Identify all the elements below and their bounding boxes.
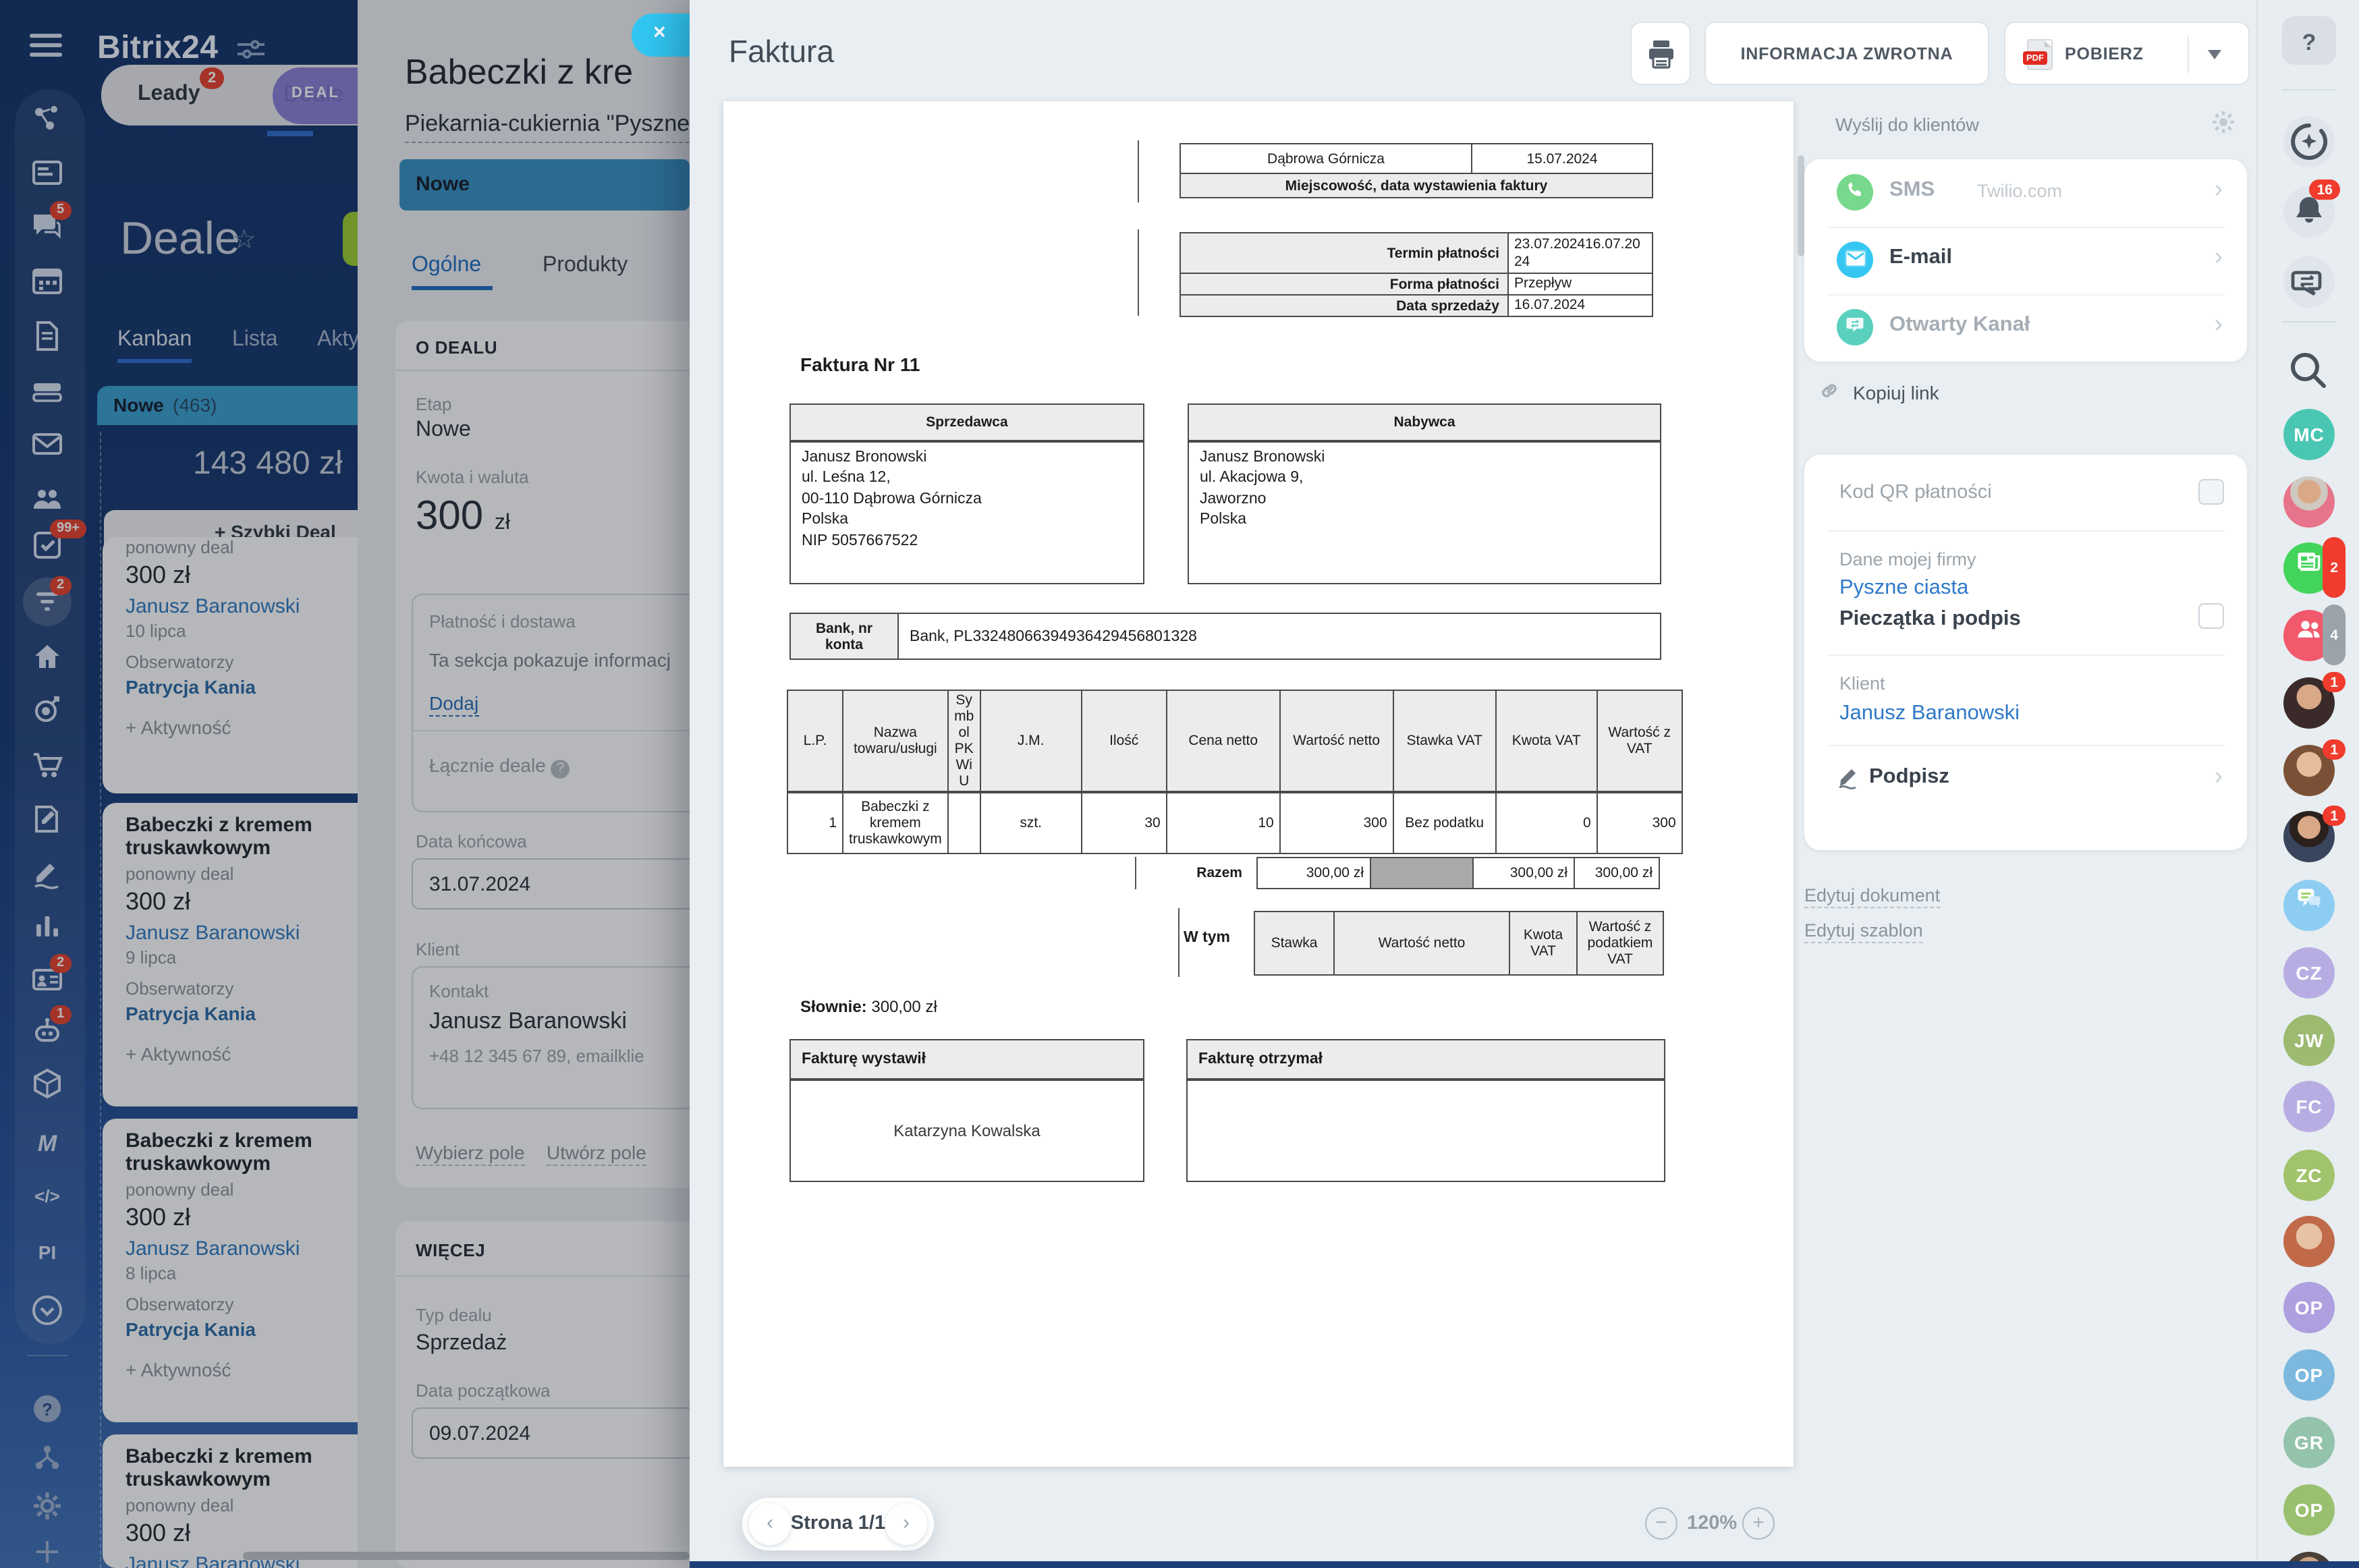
channel-sms[interactable]: SMS Twilio.com › (1804, 159, 2247, 225)
download-caret-icon[interactable] (2208, 50, 2221, 59)
avatar-gr[interactable]: GR (2283, 1417, 2335, 1468)
channel-e-mail[interactable]: E-mail › (1804, 227, 2247, 293)
channel-label: SMS (1889, 178, 1935, 202)
stamp-signature-label: Pieczątka i podpis (1839, 607, 2021, 632)
copy-link-button[interactable]: Kopiuj link (1853, 382, 1939, 403)
invoice-buyer-box: Nabywca Janusz Bronowskiul. Akacjowa 9, … (1188, 403, 1661, 584)
sms-phone-icon (1837, 174, 1873, 211)
window-bottom-edge (690, 1561, 2359, 1568)
download-button[interactable]: PDF POBIERZ (2004, 22, 2250, 85)
qr-code-label: Kod QR płatności (1839, 482, 1992, 503)
avatar-mc[interactable]: MC (2283, 409, 2335, 460)
avatar-jw[interactable]: JW (2283, 1015, 2335, 1066)
help-icon[interactable]: ? (2281, 13, 2337, 67)
company-link[interactable]: Pyszne ciasta (1839, 576, 1968, 600)
copy-link-icon (1818, 379, 1858, 412)
print-button[interactable] (1630, 22, 1691, 85)
people-icon[interactable]: 4 (2283, 610, 2335, 661)
modal-backdrop[interactable] (0, 0, 690, 1568)
invoice-received-box: Fakturę otrzymał (1186, 1039, 1665, 1182)
channel-provider: Twilio.com (1977, 181, 2062, 201)
next-page-button[interactable]: › (885, 1503, 927, 1545)
zoom-in-button[interactable]: + (1742, 1507, 1775, 1540)
channel-label: E-mail (1889, 246, 1952, 270)
edit-template-link[interactable]: Edytuj szablon (1804, 920, 1923, 943)
modal-title: Faktura (729, 34, 834, 70)
zoom-out-button[interactable]: − (1645, 1507, 1677, 1540)
page-scrollbar[interactable] (1798, 155, 1804, 256)
invoice-vat-summary: StawkaWartość nettoKwota VATWartość z po… (1254, 911, 1664, 976)
open-channel-icon (1837, 309, 1873, 345)
printer-icon (1646, 39, 1676, 69)
avatar-badge: 1 (2323, 739, 2346, 760)
chevron-right-icon: › (2214, 243, 2223, 273)
invoice-seller-box: Sprzedawca Janusz Bronowskiul. Leśna 12,… (789, 403, 1144, 584)
notification-badge: 16 (2310, 179, 2340, 200)
avatar-photo-woman-dark-hair[interactable]: 1 (2283, 677, 2335, 729)
download-button-label: POBIERZ (2065, 45, 2144, 63)
invoice-issued-box: Fakturę wystawił Katarzyna Kowalska (789, 1039, 1144, 1182)
close-icon: × (653, 22, 666, 46)
avatar-op[interactable]: OP (2283, 1349, 2335, 1401)
invoice-items-table: L.P.Nazwa towaru/usługiSymbol PKWiUJ.M.I… (787, 690, 1683, 853)
sign-chevron-icon: › (2214, 762, 2223, 792)
notifications-icon[interactable]: 16 (2281, 185, 2337, 239)
channel-otwarty-kanał[interactable]: Otwarty Kanał › (1804, 294, 2247, 360)
pagination-pill: ‹ Strona 1/1 › (742, 1498, 934, 1550)
invoice-total-row: Razem 300,00 zł 300,00 zł 300,00 zł (1136, 857, 1659, 889)
company-label: Dane mojej firmy (1839, 549, 1976, 569)
avatar-fc[interactable]: FC (2283, 1081, 2335, 1132)
invoice-meta-table: Termin płatności23.07.202416.07.2024Form… (1180, 232, 1653, 317)
feedback-button-label: INFORMACJA ZWROTNA (1706, 45, 1988, 63)
stamp-signature-checkbox[interactable] (2198, 603, 2224, 629)
chevron-right-icon: › (2214, 175, 2223, 205)
avatar-photo-woman-red-hair[interactable] (2283, 1216, 2335, 1267)
send-settings-gear-icon[interactable] (2212, 111, 2235, 140)
avatar-cz[interactable]: CZ (2283, 947, 2335, 999)
sign-pen-icon (1837, 765, 1861, 789)
avatar-op[interactable]: OP (2283, 1282, 2335, 1333)
feedback-button[interactable]: INFORMACJA ZWROTNA (1704, 22, 1989, 85)
sign-button[interactable]: Podpisz (1869, 765, 1949, 789)
amount-in-words: Słownie: 300,00 zł (800, 997, 937, 1016)
chevron-right-icon: › (2214, 310, 2223, 340)
client-link[interactable]: Janusz Baranowski (1839, 702, 2020, 726)
messenger-icon[interactable] (2281, 255, 2337, 309)
avatar-badge: 1 (2323, 806, 2346, 826)
send-panel-heading: Wyślij do klientów (1835, 115, 1979, 135)
avatar-op[interactable]: OP (2283, 1484, 2335, 1536)
send-channels-card: SMS Twilio.com › E-mail › Otwarty Kanał › (1804, 159, 2247, 362)
search-icon[interactable] (2281, 344, 2337, 398)
issued-by-name: Katarzyna Kowalska (790, 1080, 1144, 1181)
invoice-bank-row: Bank, nr kontaBank, PL332480663949364294… (789, 613, 1661, 660)
document-options-card: Kod QR płatności Dane mojej firmy Pyszne… (1804, 455, 2247, 850)
invoice-modal: Faktura INFORMACJA ZWROTNA PDF POBIERZ D… (690, 0, 2256, 1568)
svg-text:?: ? (2302, 30, 2316, 55)
avatar-photo-man-pink-shirt[interactable] (2283, 476, 2335, 528)
chats-icon[interactable] (2283, 880, 2335, 931)
avatar-badge: 1 (2323, 672, 2346, 692)
email-envelope-icon (1837, 242, 1873, 278)
channel-label: Otwarty Kanał (1889, 313, 2030, 337)
avatar-badge: 4 (2323, 605, 2346, 665)
pdf-file-icon: PDF (2027, 39, 2053, 70)
invoice-number: Faktura Nr 11 (800, 354, 920, 375)
copilot-icon[interactable] (2281, 115, 2337, 169)
close-panel-button[interactable]: × (632, 13, 690, 57)
avatar-zc[interactable]: ZC (2283, 1150, 2335, 1201)
zoom-level: 120% (1687, 1513, 1737, 1534)
vat-summary-label: W tym (1184, 930, 1230, 946)
invoice-page: Dąbrowa Górnicza15.07.2024 Miejscowość, … (723, 101, 1794, 1467)
client-label: Klient (1839, 673, 1885, 694)
edit-document-link[interactable]: Edytuj dokument (1804, 885, 1940, 908)
qr-code-checkbox[interactable] (2198, 479, 2224, 505)
bitrix24-app: Bitrix24 599+221M</>PI? Leady 2 Deale DE… (0, 0, 2359, 1568)
right-toolbar: ?16MC24111CZJWFCZCOPOPGROP (2256, 0, 2359, 1568)
news-icon[interactable]: 2 (2283, 542, 2335, 594)
avatar-photo-man-glasses[interactable]: 1 (2283, 811, 2335, 862)
invoice-city-date-table: Dąbrowa Górnicza15.07.2024 Miejscowość, … (1180, 143, 1653, 198)
avatar-badge: 2 (2323, 537, 2346, 598)
avatar-photo-woman-brown-hair[interactable]: 1 (2283, 745, 2335, 796)
